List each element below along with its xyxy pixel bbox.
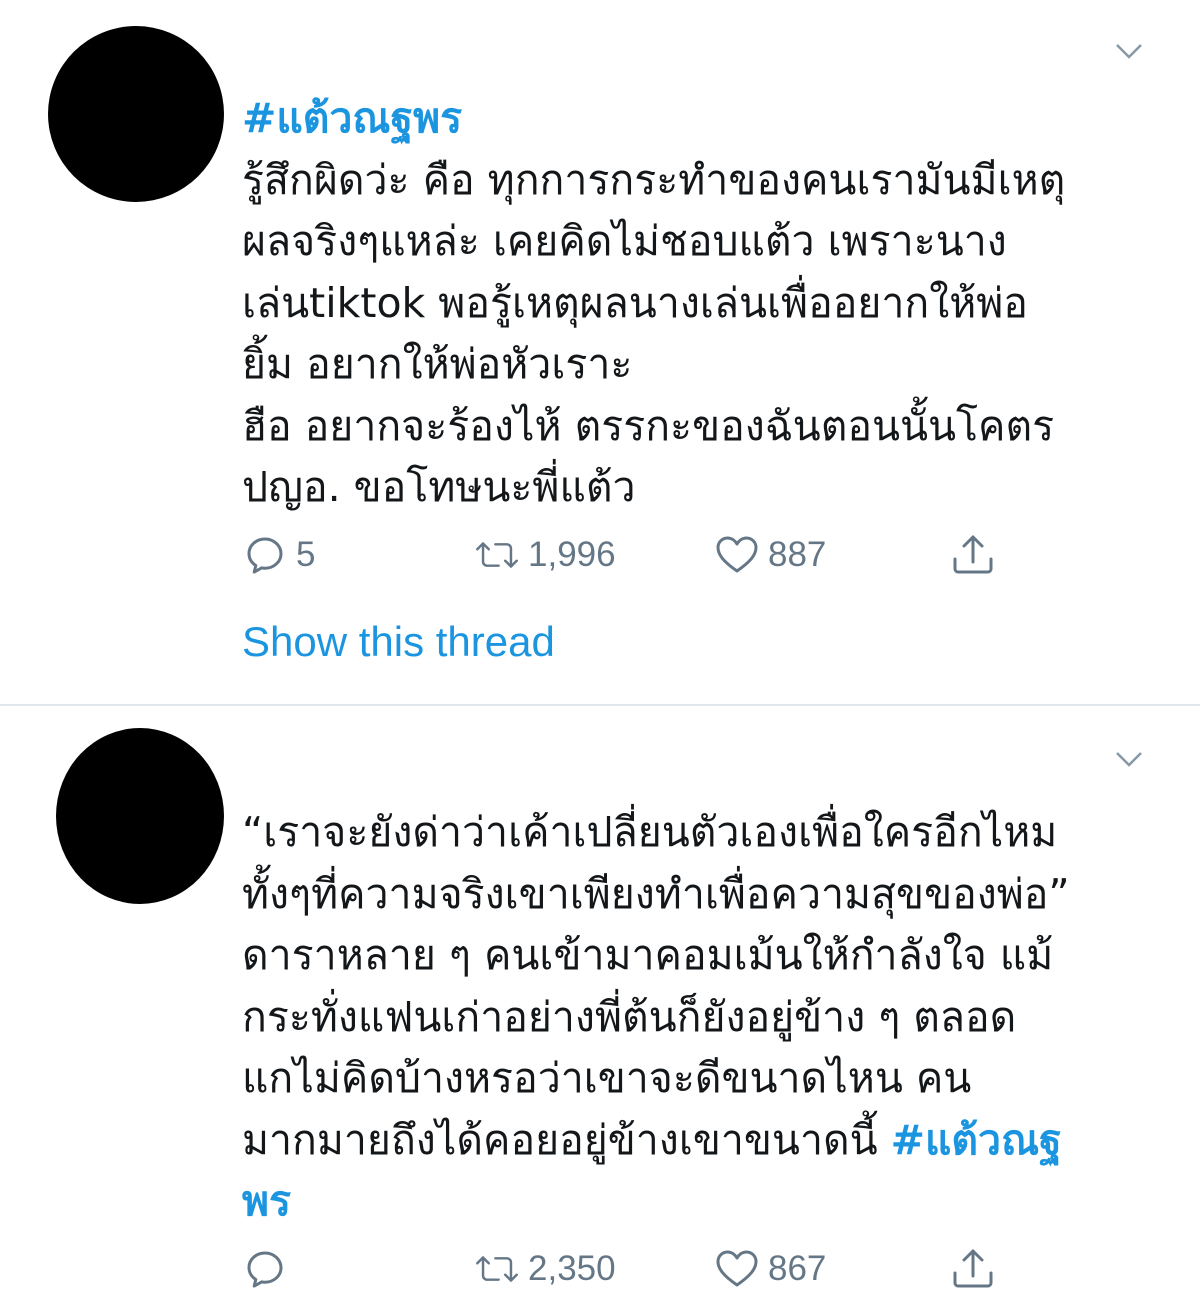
tweet[interactable]: #แต้วณฐพร รู้สึกผิดว่ะ คือ ทุกการกระทำขอ… (0, 0, 1200, 704)
reply-button[interactable]: 5 (242, 532, 315, 578)
like-count: 887 (768, 535, 827, 574)
retweet-icon (476, 1256, 518, 1282)
share-icon (953, 535, 993, 574)
reply-icon (247, 1251, 283, 1288)
retweet-button[interactable]: 2,350 (474, 1246, 616, 1292)
share-button[interactable] (950, 1246, 996, 1292)
tweet[interactable]: “เราจะยังด่าว่าเค้าเปลี่ยนตัวเองเพื่อใคร… (0, 706, 1200, 1308)
share-icon (953, 1249, 993, 1288)
avatar[interactable] (56, 728, 224, 904)
like-icon (716, 1250, 758, 1287)
chevron-down-icon[interactable] (1114, 744, 1144, 774)
like-icon (716, 536, 758, 573)
retweet-icon (476, 542, 518, 568)
avatar[interactable] (48, 26, 224, 202)
retweet-count: 1,996 (528, 535, 616, 574)
chevron-down-icon[interactable] (1114, 36, 1144, 66)
tweet-body: “เราจะยังด่าว่าเค้าเปลี่ยนตัวเองเพื่อใคร… (242, 808, 1070, 1164)
like-button[interactable]: 887 (714, 532, 826, 578)
share-button[interactable] (950, 532, 996, 578)
reply-icon (247, 537, 283, 574)
tweet-body: รู้สึกผิดว่ะ คือ ทุกการกระทำของคนเรามันม… (242, 155, 1066, 512)
retweet-button[interactable]: 1,996 (474, 532, 616, 578)
tweet-text: “เราจะยังด่าว่าเค้าเปลี่ยนตัวเองเพื่อใคร… (242, 802, 1132, 1233)
retweet-count: 2,350 (528, 1249, 616, 1288)
hashtag-link[interactable]: #แต้วณฐพร (242, 94, 462, 142)
tweet-actions: 2,350 867 (242, 1246, 1022, 1296)
like-count: 867 (768, 1249, 827, 1288)
reply-button[interactable] (242, 1246, 296, 1292)
show-thread-link[interactable]: Show this thread (242, 618, 555, 666)
tweet-actions: 5 1,996 887 (242, 532, 1022, 582)
tweet-text: #แต้วณฐพร รู้สึกผิดว่ะ คือ ทุกการกระทำขอ… (242, 88, 1132, 519)
reply-count: 5 (296, 535, 316, 574)
like-button[interactable]: 867 (714, 1246, 826, 1292)
